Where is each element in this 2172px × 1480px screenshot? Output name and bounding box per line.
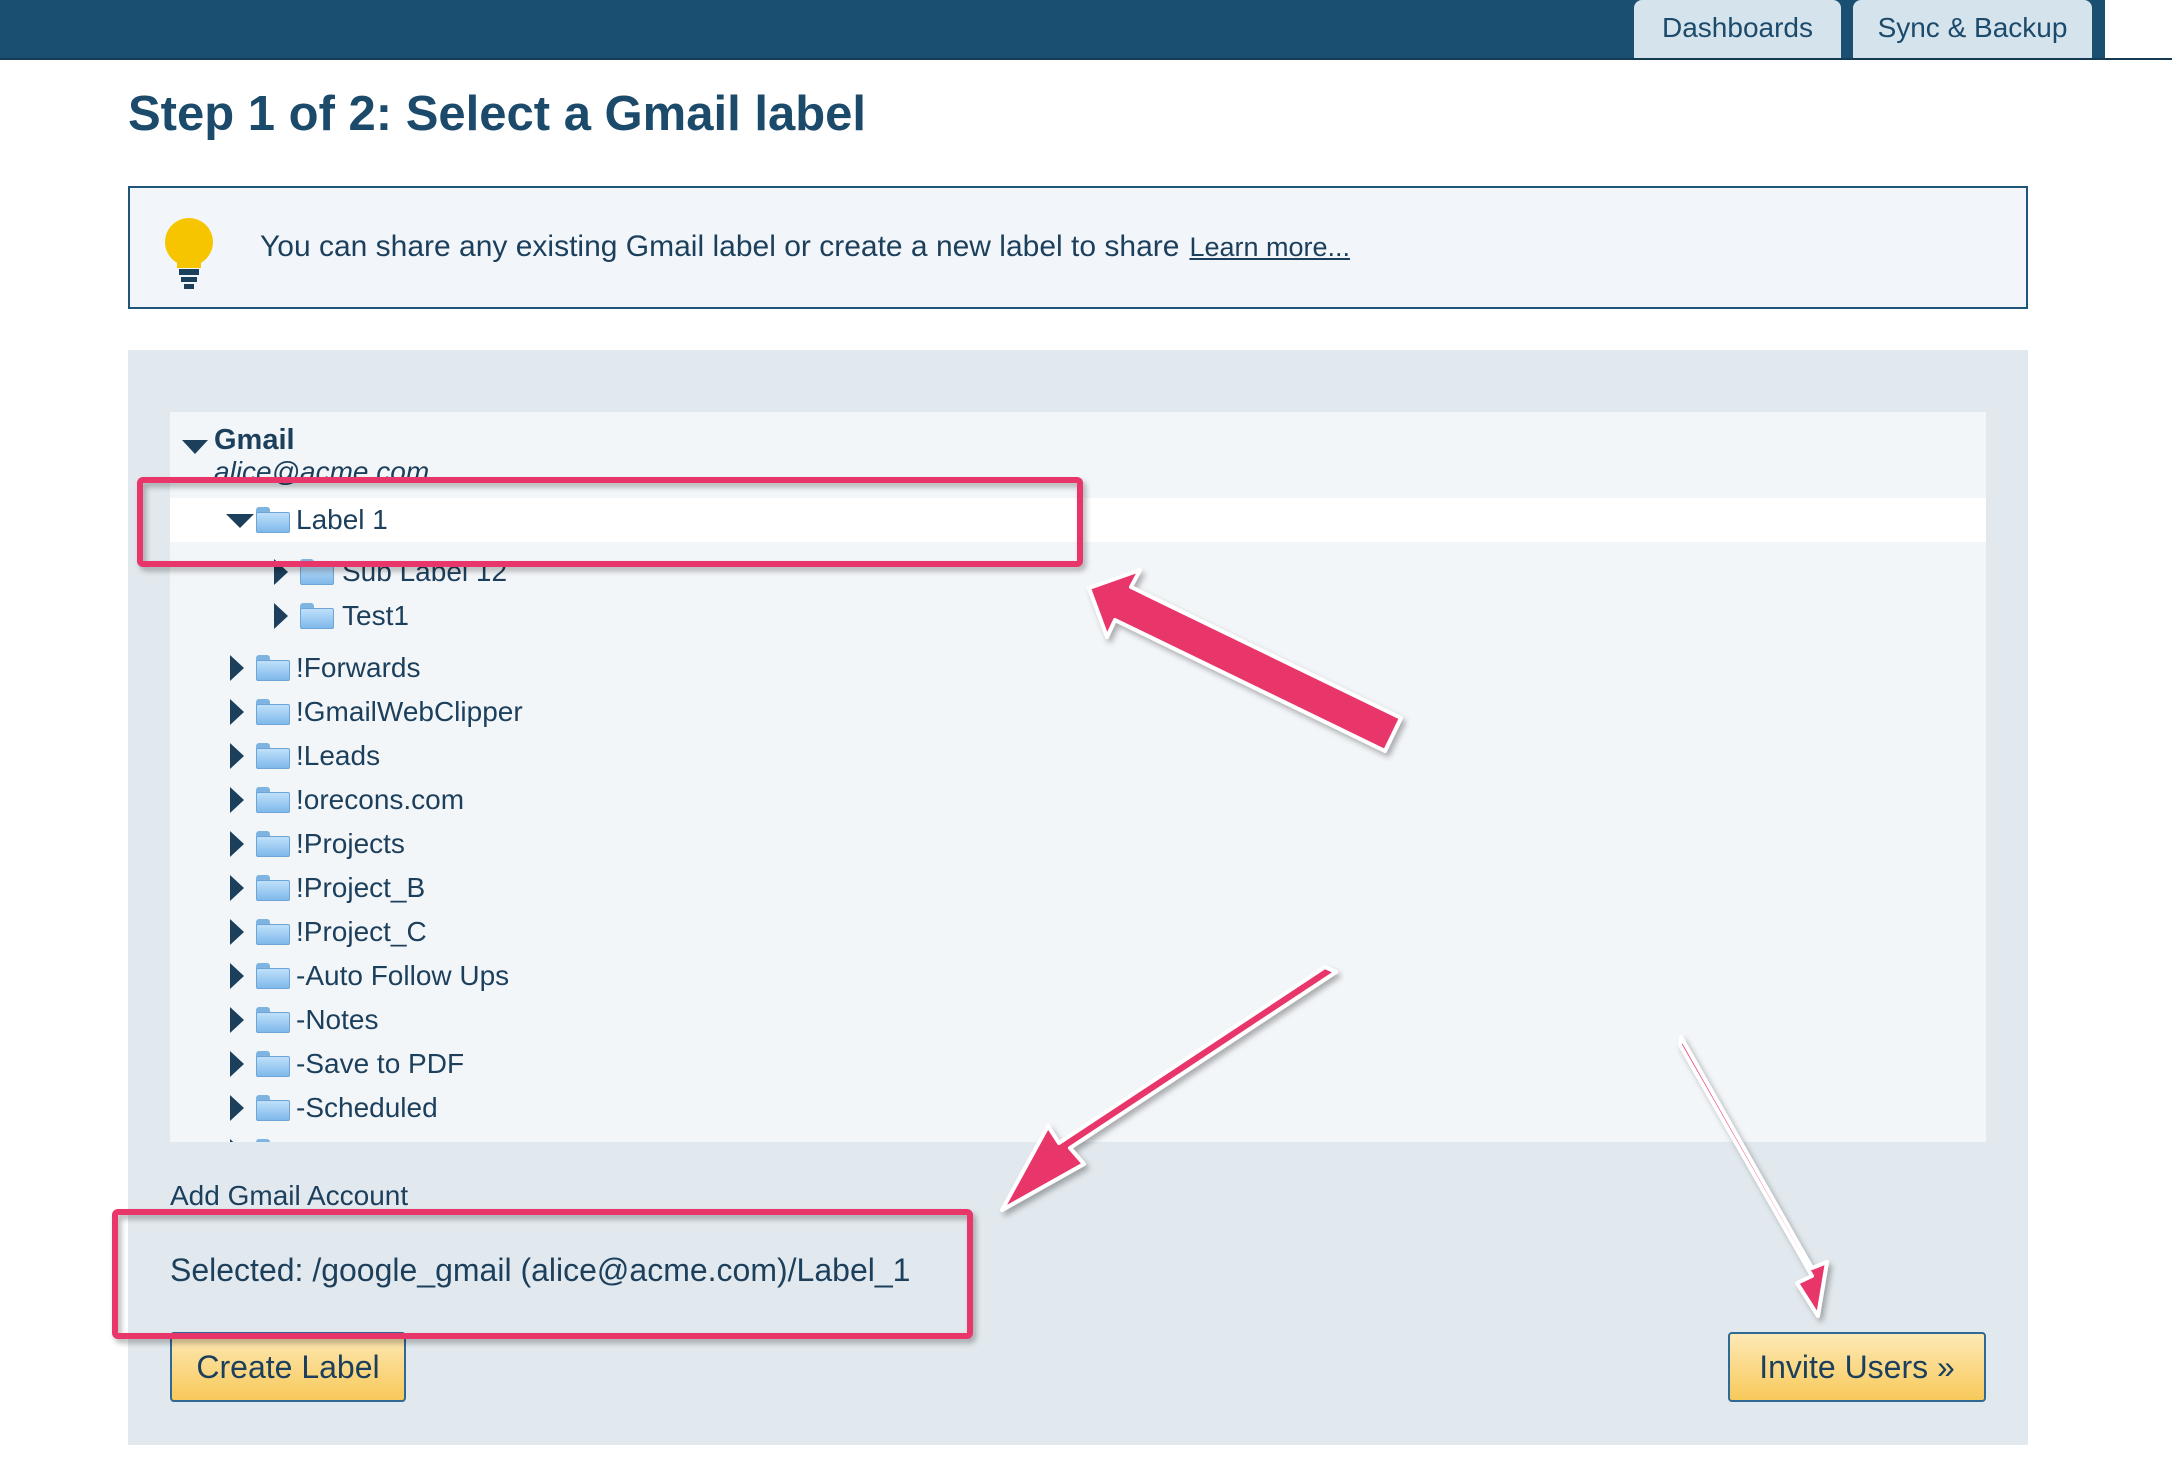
tree-item-label: Label 1 <box>296 504 388 535</box>
expand-caret-icon[interactable] <box>230 787 244 813</box>
folder-icon <box>256 699 290 725</box>
collapse-caret-icon[interactable] <box>182 440 208 454</box>
add-gmail-account-link[interactable]: Add Gmail Account <box>170 1180 408 1212</box>
learn-more-link[interactable]: Learn more... <box>1189 232 1350 262</box>
tree-item-label: !Project_C <box>296 916 427 947</box>
nav-bar-end <box>2105 0 2172 58</box>
expand-caret-icon[interactable] <box>274 603 288 629</box>
expand-caret-icon[interactable] <box>230 1095 244 1121</box>
tree-root-email: alice@acme.com <box>214 456 430 487</box>
expand-caret-icon[interactable] <box>230 919 244 945</box>
folder-icon <box>256 787 290 813</box>
tree-item-partial[interactable] <box>170 1130 1986 1142</box>
expand-caret-icon[interactable] <box>230 743 244 769</box>
lightbulb-icon <box>158 214 220 295</box>
create-label-button[interactable]: Create Label <box>170 1332 406 1402</box>
collapse-caret-icon[interactable] <box>226 514 254 528</box>
tree-item[interactable]: !Forwards <box>170 646 1986 690</box>
tree-item[interactable]: !GmailWebClipper <box>170 690 1986 734</box>
tip-text: You can share any existing Gmail label o… <box>260 230 1180 263</box>
tree-item-label: !Project_B <box>296 872 426 903</box>
info-tip-box: You can share any existing Gmail label o… <box>128 186 2028 309</box>
folder-icon <box>256 507 290 533</box>
expand-caret-icon[interactable] <box>230 1007 244 1033</box>
tree-item-label: -Auto Follow Ups <box>296 960 510 991</box>
folder-icon <box>256 1007 290 1033</box>
expand-caret-icon[interactable] <box>274 559 288 585</box>
tree-item[interactable]: -Save to PDF <box>170 1042 1986 1086</box>
folder-icon <box>256 655 290 681</box>
expand-caret-icon[interactable] <box>230 875 244 901</box>
tab-sync-backup[interactable]: Sync & Backup <box>1853 0 2092 58</box>
tree-root-name[interactable]: Gmail <box>214 424 295 457</box>
tree-item-sub-label-12[interactable]: Sub Label 12 <box>170 550 1986 594</box>
tree-item[interactable]: !Project_C <box>170 910 1986 954</box>
expand-caret-icon[interactable] <box>230 831 244 857</box>
tree-item[interactable]: !Projects <box>170 822 1986 866</box>
tree-item-test1[interactable]: Test1 <box>170 594 1986 638</box>
tree-item-label: !Leads <box>296 740 381 771</box>
folder-icon <box>256 1095 290 1121</box>
tree-item-label-1[interactable]: Label 1 <box>170 498 1986 542</box>
expand-caret-icon[interactable] <box>230 1139 244 1142</box>
tree-item-label: !orecons.com <box>296 784 465 815</box>
tree-item[interactable]: -Scheduled <box>170 1086 1986 1130</box>
label-tree[interactable]: Gmail alice@acme.com Label 1 Sub Label 1… <box>170 412 1986 1142</box>
tree-item-label: Test1 <box>342 600 409 631</box>
tab-dashboards[interactable]: Dashboards <box>1634 0 1841 58</box>
expand-caret-icon[interactable] <box>230 1051 244 1077</box>
expand-caret-icon[interactable] <box>230 655 244 681</box>
tree-item-label: Sub Label 12 <box>342 556 508 587</box>
invite-users-button[interactable]: Invite Users » <box>1728 1332 1986 1402</box>
folder-icon <box>256 919 290 945</box>
tree-item[interactable]: !Project_B <box>170 866 1986 910</box>
folder-icon <box>300 559 334 585</box>
tree-item-label: !Forwards <box>296 652 421 683</box>
folder-icon <box>256 1051 290 1077</box>
tree-item-label: !GmailWebClipper <box>296 696 523 727</box>
expand-caret-icon[interactable] <box>230 963 244 989</box>
top-nav-bar: Dashboards Sync & Backup <box>0 0 2172 60</box>
folder-icon <box>256 1139 290 1142</box>
tree-item[interactable]: !Leads <box>170 734 1986 778</box>
tree-item-label: !Projects <box>296 828 405 859</box>
tree-item[interactable]: -Auto Follow Ups <box>170 954 1986 998</box>
tip-message: You can share any existing Gmail label o… <box>260 230 1350 264</box>
folder-icon <box>256 875 290 901</box>
folder-icon <box>256 963 290 989</box>
tree-item[interactable]: !orecons.com <box>170 778 1986 822</box>
folder-icon <box>256 743 290 769</box>
selected-path-text: Selected: /google_gmail (alice@acme.com)… <box>170 1252 911 1288</box>
page-title: Step 1 of 2: Select a Gmail label <box>128 87 866 141</box>
folder-icon <box>256 831 290 857</box>
tree-item[interactable]: -Notes <box>170 998 1986 1042</box>
tree-item-label: -Notes <box>296 1004 379 1035</box>
folder-icon <box>300 603 334 629</box>
tree-item-label: -Save to PDF <box>296 1048 465 1079</box>
label-selection-panel: Gmail alice@acme.com Label 1 Sub Label 1… <box>128 350 2028 1445</box>
tree-item-label: -Scheduled <box>296 1092 438 1123</box>
expand-caret-icon[interactable] <box>230 699 244 725</box>
